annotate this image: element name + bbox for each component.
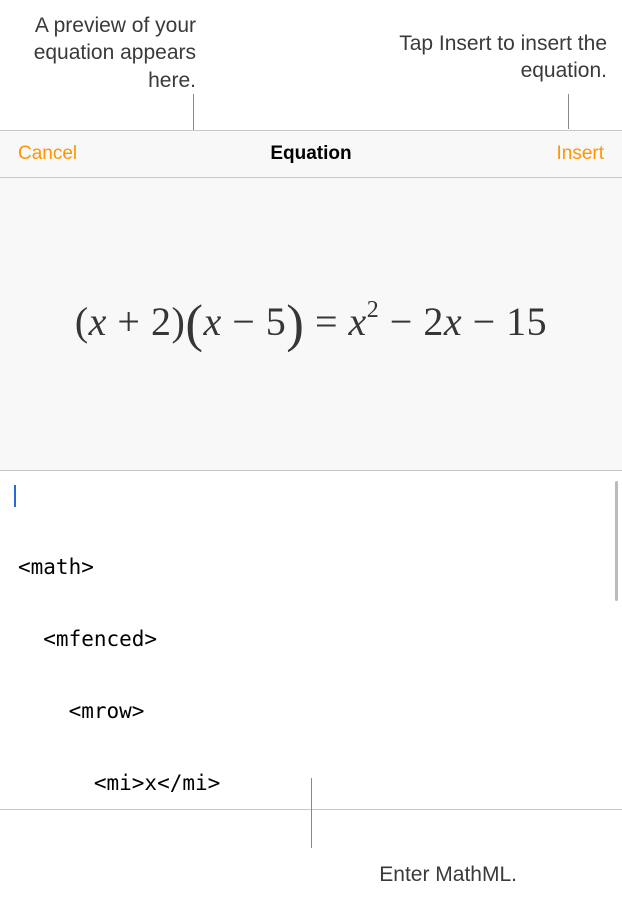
equation-preview: (x + 2)(x − 5) = x2 − 2x − 15 [0,178,622,471]
mathml-input[interactable]: <math> <mfenced> <mrow> <mi>x</mi> <mo>+… [0,471,622,809]
callout-preview: A preview of your equation appears here. [16,12,196,94]
toolbar: Cancel Equation Insert [0,131,622,178]
equation-rendered: (x + 2)(x − 5) = x2 − 2x − 15 [75,294,547,354]
equation-dialog: Cancel Equation Insert (x + 2)(x − 5) = … [0,130,622,810]
editor-line: <mrow> [18,699,604,723]
editor-line: <mfenced> [18,627,604,651]
cancel-button[interactable]: Cancel [18,143,77,165]
scrollbar[interactable] [615,481,618,601]
editor-line: <math> [18,555,604,579]
callout-insert: Tap Insert to insert the equation. [372,30,607,85]
toolbar-title: Equation [270,143,351,165]
text-cursor [14,485,16,507]
callout-line [311,778,312,848]
callout-mathml: Enter MathML. [317,861,517,888]
callout-line [568,94,569,129]
insert-button[interactable]: Insert [556,143,604,165]
